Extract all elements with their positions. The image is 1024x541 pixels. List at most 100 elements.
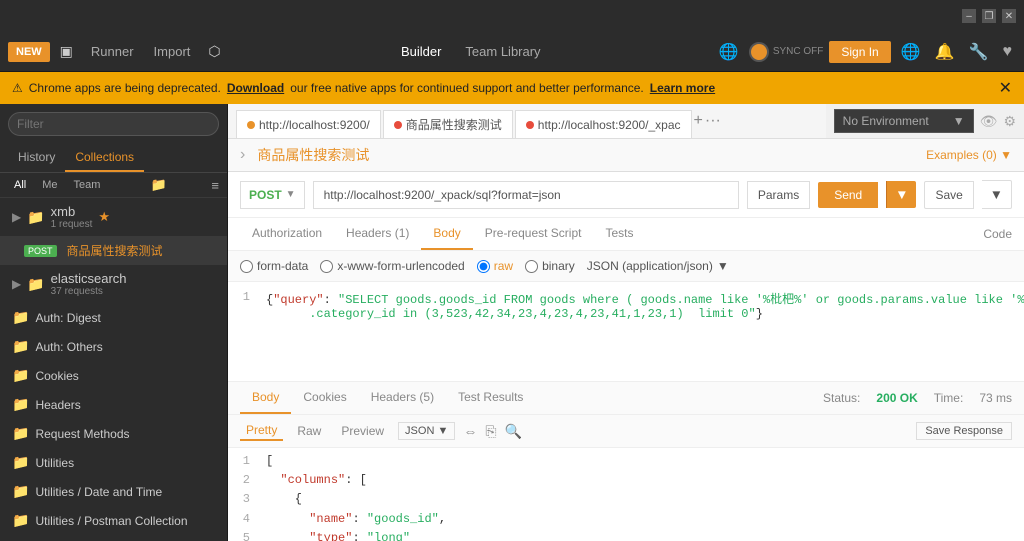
resp-tab-body[interactable]: Body bbox=[240, 382, 291, 414]
list-item[interactable]: POST 商品属性搜索测试 bbox=[0, 236, 227, 265]
runner-button[interactable]: Runner bbox=[83, 40, 142, 63]
preview-button[interactable]: Preview bbox=[335, 422, 390, 440]
json-format-select[interactable]: JSON ▼ bbox=[398, 422, 455, 440]
main-layout: History Collections All Me Team 📁 ≡ ▶ 📁 … bbox=[0, 104, 1024, 541]
warning-icon: ⚠ bbox=[12, 81, 23, 95]
form-data-radio[interactable]: form-data bbox=[240, 259, 308, 273]
tab-authorization[interactable]: Authorization bbox=[240, 218, 334, 250]
response-area: 1 2 3 4 5 6 7 8 9 [ "columns": [ { "name… bbox=[228, 448, 1024, 541]
folder-icon: 📁 bbox=[12, 338, 29, 355]
builder-tab[interactable]: Builder bbox=[401, 40, 441, 63]
raw-button[interactable]: Raw bbox=[291, 422, 327, 440]
url-input[interactable] bbox=[313, 181, 739, 209]
tab-headers[interactable]: Headers (1) bbox=[334, 218, 421, 250]
minimize-button[interactable]: – bbox=[962, 9, 976, 23]
list-item[interactable]: 📁 Auth: Others bbox=[0, 332, 227, 361]
list-item[interactable]: 📁 Request Methods bbox=[0, 419, 227, 448]
item-label: Auth: Digest bbox=[35, 311, 100, 325]
resp-tab-cookies[interactable]: Cookies bbox=[291, 382, 358, 414]
response-status-area: Status: 200 OK Time: 73 ms bbox=[823, 391, 1012, 405]
star-icon: ★ bbox=[98, 209, 110, 225]
item-label: Cookies bbox=[35, 369, 78, 383]
layout-icon-button[interactable]: ▣ bbox=[54, 39, 79, 64]
method-select[interactable]: POST ▼ bbox=[240, 181, 305, 209]
list-item[interactable]: ▶ 📁 elasticsearch 37 requests bbox=[0, 265, 227, 303]
format-chevron-icon: ▼ bbox=[717, 259, 729, 273]
close-button[interactable]: ✕ bbox=[1002, 9, 1016, 23]
warning-close-button[interactable]: ✕ bbox=[999, 78, 1012, 98]
sign-in-button[interactable]: Sign In bbox=[829, 41, 890, 63]
list-item[interactable]: 📁 Auth: Digest bbox=[0, 303, 227, 332]
filter-team-button[interactable]: Team bbox=[68, 177, 107, 193]
req-tab-1[interactable]: 商品属性搜索测试 bbox=[383, 110, 513, 138]
add-tab-button[interactable]: + bbox=[694, 112, 703, 130]
download-link[interactable]: Download bbox=[227, 81, 284, 95]
heart-icon-button[interactable]: ♥ bbox=[999, 39, 1017, 65]
learn-more-link[interactable]: Learn more bbox=[650, 81, 715, 95]
tab-collections[interactable]: Collections bbox=[65, 144, 144, 172]
more-tabs-button[interactable]: ··· bbox=[705, 112, 721, 130]
sort-icon-button[interactable]: ≡ bbox=[211, 178, 219, 193]
nav-right-area: 🌐 SYNC OFF Sign In 🌐 🔔 🔧 ♥ bbox=[715, 38, 1016, 66]
format-label: JSON bbox=[405, 425, 434, 437]
save-dropdown-button[interactable]: ▼ bbox=[982, 180, 1012, 209]
list-item[interactable]: 📁 Cookies bbox=[0, 361, 227, 390]
globe2-icon-button[interactable]: 🌐 bbox=[897, 38, 925, 66]
import-button[interactable]: Import bbox=[146, 40, 199, 63]
search-input[interactable] bbox=[8, 112, 219, 136]
bell-icon-button[interactable]: 🔔 bbox=[931, 38, 959, 66]
list-item[interactable]: 📁 Utilities / Date and Time bbox=[0, 477, 227, 506]
send-button[interactable]: Send bbox=[818, 182, 878, 208]
folder-icon: 📁 bbox=[12, 396, 29, 413]
copy-icon-button[interactable]: ⎘ bbox=[485, 423, 496, 440]
wrap-icon-button[interactable]: ⇔ bbox=[463, 423, 477, 439]
code-content[interactable]: {"query": "SELECT goods.goods_id FROM go… bbox=[258, 290, 1024, 373]
search-icon-button[interactable]: 🔍 bbox=[505, 423, 522, 440]
line-num: 3 bbox=[236, 490, 250, 509]
params-button[interactable]: Params bbox=[747, 181, 810, 209]
line-num: 4 bbox=[236, 510, 250, 529]
raw-radio[interactable]: raw bbox=[477, 259, 513, 273]
examples-button[interactable]: Examples (0) ▼ bbox=[926, 148, 1012, 162]
filter-me-button[interactable]: Me bbox=[36, 177, 63, 193]
tab-body[interactable]: Body bbox=[421, 218, 472, 250]
resp-tab-test-results[interactable]: Test Results bbox=[446, 382, 535, 414]
new-button[interactable]: NEW bbox=[8, 42, 50, 62]
req-tab-2[interactable]: http://localhost:9200/_xpac bbox=[515, 110, 692, 138]
tab-history[interactable]: History bbox=[8, 144, 65, 172]
tab-pre-request-script[interactable]: Pre-request Script bbox=[473, 218, 594, 250]
urlencoded-radio[interactable]: x-www-form-urlencoded bbox=[320, 259, 464, 273]
resp-tab-headers[interactable]: Headers (5) bbox=[359, 382, 446, 414]
tab-label: 商品属性搜索测试 bbox=[406, 116, 502, 133]
item-label: Request Methods bbox=[35, 427, 129, 441]
list-item[interactable]: 📁 Utilities / Postman Collection bbox=[0, 506, 227, 535]
format-select[interactable]: JSON (application/json) ▼ bbox=[587, 259, 729, 273]
share-icon-button[interactable]: ⬡ bbox=[202, 39, 226, 64]
env-gear-icon-button[interactable]: ⚙ bbox=[1003, 113, 1016, 130]
env-eye-icon-button[interactable]: 👁 bbox=[980, 113, 998, 130]
code-button[interactable]: Code bbox=[983, 227, 1012, 241]
list-item[interactable]: ▶ 📁 xmb 1 request ★ bbox=[0, 198, 227, 236]
team-library-tab[interactable]: Team Library bbox=[465, 40, 540, 63]
request-tabs: http://localhost:9200/ 商品属性搜索测试 http://l… bbox=[228, 104, 826, 138]
req-tab-0[interactable]: http://localhost:9200/ bbox=[236, 110, 381, 138]
send-dropdown-button[interactable]: ▼ bbox=[886, 181, 916, 208]
pretty-button[interactable]: Pretty bbox=[240, 421, 283, 441]
binary-radio[interactable]: binary bbox=[525, 259, 575, 273]
request-options-tabs: Authorization Headers (1) Body Pre-reque… bbox=[228, 218, 1024, 251]
globe-icon-button[interactable]: 🌐 bbox=[715, 38, 743, 66]
list-item[interactable]: 📁 Headers bbox=[0, 390, 227, 419]
line-number: 1 bbox=[236, 290, 250, 304]
new-folder-icon-button[interactable]: 📁 bbox=[151, 177, 167, 193]
save-response-button[interactable]: Save Response bbox=[916, 422, 1012, 440]
env-select[interactable]: No Environment ▼ bbox=[834, 109, 974, 133]
item-label: xmb bbox=[51, 204, 93, 219]
wrench-icon-button[interactable]: 🔧 bbox=[965, 38, 993, 66]
filter-all-button[interactable]: All bbox=[8, 177, 32, 193]
folder-icon: ▶ bbox=[12, 210, 21, 224]
restore-button[interactable]: ❐ bbox=[982, 9, 996, 23]
save-button[interactable]: Save bbox=[924, 181, 973, 209]
tab-tests[interactable]: Tests bbox=[593, 218, 645, 250]
list-item[interactable]: 📁 Utilities bbox=[0, 448, 227, 477]
sidebar-list: ▶ 📁 xmb 1 request ★ POST 商品属性搜索测试 ▶ 📁 el… bbox=[0, 198, 227, 541]
